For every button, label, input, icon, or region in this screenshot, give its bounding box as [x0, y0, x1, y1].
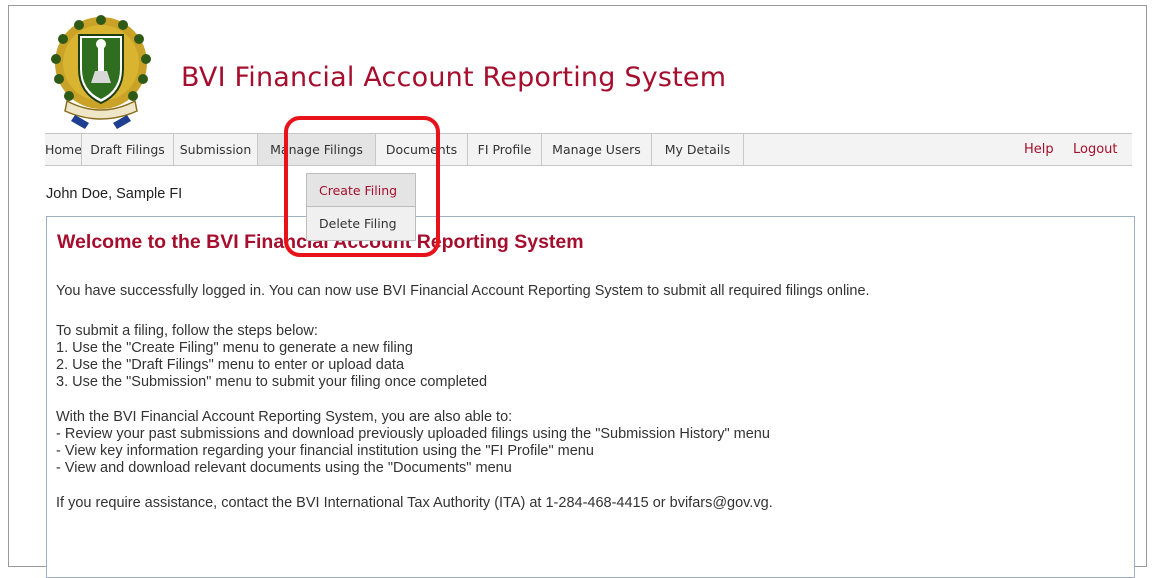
user-name-label: John Doe, Sample FI: [46, 186, 183, 202]
help-link[interactable]: Help: [1024, 134, 1054, 165]
assistance-text: If you require assistance, contact the B…: [56, 495, 773, 511]
nav-draft-filings[interactable]: Draft Filings: [81, 134, 173, 165]
features-heading: With the BVI Financial Account Reporting…: [56, 409, 513, 425]
nav-fi-profile[interactable]: FI Profile: [467, 134, 541, 165]
logout-link[interactable]: Logout: [1073, 134, 1118, 165]
step-item: 1. Use the "Create Filing" menu to gener…: [56, 340, 413, 356]
nav-my-details[interactable]: My Details: [651, 134, 743, 165]
app-title: BVI Financial Account Reporting System: [181, 62, 727, 93]
bvi-coat-of-arms-icon[interactable]: [45, 11, 165, 131]
main-nav-bar: Home Draft Filings Submission Manage Fil…: [45, 133, 1132, 166]
nav-documents[interactable]: Documents: [375, 134, 467, 165]
delete-filing-menu-item[interactable]: Delete Filing: [307, 207, 415, 240]
nav-manage-users[interactable]: Manage Users: [541, 134, 651, 165]
nav-manage-filings[interactable]: Manage Filings: [257, 134, 375, 165]
step-item: 3. Use the "Submission" menu to submit y…: [56, 374, 488, 390]
create-filing-menu-item[interactable]: Create Filing: [307, 174, 415, 207]
steps-heading: To submit a filing, follow the steps bel…: [56, 323, 318, 339]
intro-text: You have successfully logged in. You can…: [56, 283, 870, 299]
feature-item: - View key information regarding your fi…: [56, 443, 594, 459]
feature-item: - Review your past submissions and downl…: [56, 426, 770, 442]
welcome-panel: Welcome to the BVI Financial Account Rep…: [46, 216, 1135, 578]
nav-divider: [743, 134, 744, 165]
header: BVI Financial Account Reporting System: [9, 6, 1146, 130]
step-item: 2. Use the "Draft Filings" menu to enter…: [56, 357, 405, 373]
feature-item: - View and download relevant documents u…: [56, 460, 512, 476]
nav-home[interactable]: Home: [45, 134, 82, 165]
manage-filings-dropdown: Create Filing Delete Filing: [306, 173, 416, 241]
nav-submission[interactable]: Submission: [173, 134, 257, 165]
page-frame: BVI Financial Account Reporting System H…: [8, 5, 1147, 578]
